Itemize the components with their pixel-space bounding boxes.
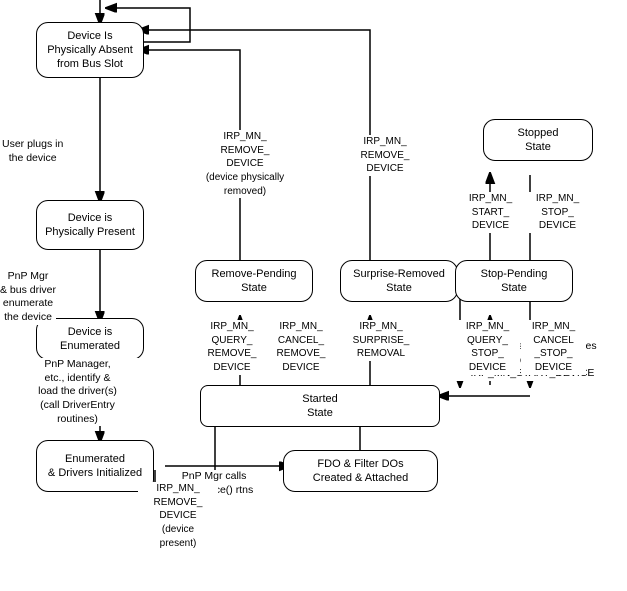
node-surprise-removed: Surprise-Removed State — [340, 260, 458, 302]
label-pnp-enumerate: PnP Mgr & bus driver enumerate the devic… — [0, 270, 56, 325]
node-remove-pending-label: Remove-Pending State — [212, 267, 297, 296]
node-present-label: Device is Physically Present — [45, 211, 135, 240]
node-stop-pending-label: Stop-Pending State — [481, 267, 548, 296]
label-irp-remove-physical: IRP_MN_ REMOVE_ DEVICE (device physicall… — [200, 130, 290, 198]
node-surprise-removed-label: Surprise-Removed State — [353, 267, 445, 296]
node-drivers-init: Enumerated & Drivers Initialized — [36, 440, 154, 492]
label-irp-stop: IRP_MN_ STOP_ DEVICE — [525, 192, 590, 233]
label-irp-start: IRP_MN_ START_ DEVICE — [458, 192, 523, 233]
label-irp-query-stop: IRP_MN_ QUERY_ STOP_ DEVICE — [455, 320, 520, 375]
label-pnp-load: PnP Manager, etc., identify & load the d… — [0, 358, 155, 426]
label-irp-cancel-remove: IRP_MN_ CANCEL_ REMOVE_ DEVICE — [264, 320, 338, 375]
node-enumerated-label: Device is Enumerated — [60, 325, 120, 354]
node-fdo: FDO & Filter DOs Created & Attached — [283, 450, 438, 492]
label-irp-remove-present: IRP_MN_ REMOVE_ DEVICE (device present) — [138, 482, 218, 550]
node-stop-pending: Stop-Pending State — [455, 260, 573, 302]
label-irp-remove2: IRP_MN_ REMOVE_ DEVICE — [345, 135, 425, 176]
node-started: Started State — [200, 385, 440, 427]
node-present: Device is Physically Present — [36, 200, 144, 250]
node-absent: Device Is Physically Absent from Bus Slo… — [36, 22, 144, 78]
node-stopped: Stopped State — [483, 119, 593, 161]
label-irp-cancel-stop: IRP_MN_ CANCEL _STOP_ DEVICE — [521, 320, 586, 375]
node-absent-label: Device Is Physically Absent from Bus Slo… — [47, 29, 133, 72]
label-irp-surprise: IRP_MN_ SURPRISE_ REMOVAL — [342, 320, 420, 361]
node-remove-pending: Remove-Pending State — [195, 260, 313, 302]
label-user-plugs: User plugs in the device — [2, 138, 63, 165]
label-irp-query-remove: IRP_MN_ QUERY_ REMOVE_ DEVICE — [196, 320, 268, 375]
node-stopped-label: Stopped State — [518, 126, 559, 155]
node-started-label: Started State — [302, 392, 337, 421]
node-fdo-label: FDO & Filter DOs Created & Attached — [313, 457, 408, 486]
node-drivers-init-label: Enumerated & Drivers Initialized — [48, 452, 142, 481]
